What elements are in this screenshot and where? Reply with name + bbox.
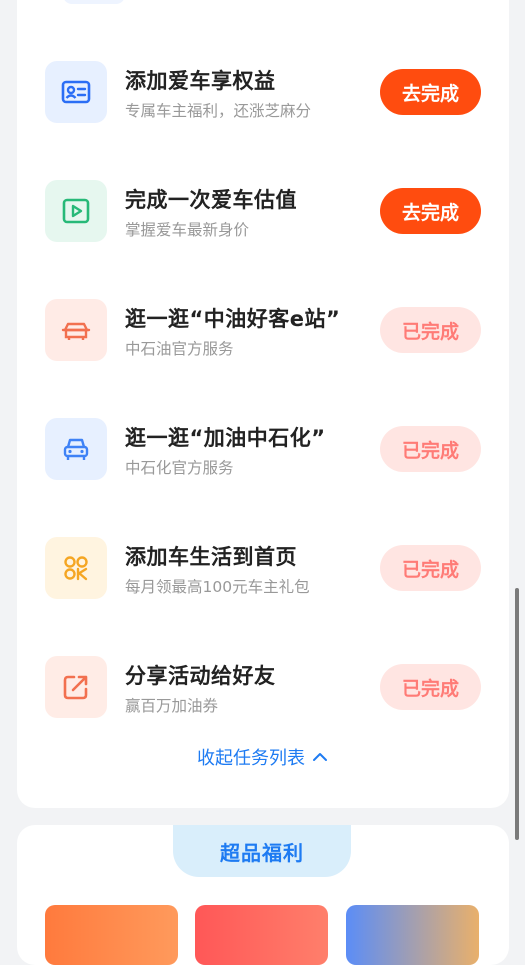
collapse-label: 收起任务列表 — [197, 748, 305, 769]
completed-button[interactable]: 已完成 — [380, 307, 481, 353]
promo-card-1[interactable] — [45, 905, 178, 965]
collapse-task-list-link[interactable]: 收起任务列表 — [17, 744, 509, 770]
task-item-add-car: 添加爱车享权益 专属车主福利，还涨芝麻分 去完成 — [45, 61, 481, 125]
task-title: 分享活动给好友 — [125, 664, 276, 688]
task-subtitle: 掌握爱车最新身价 — [125, 221, 250, 239]
task-subtitle: 中石油官方服务 — [125, 340, 234, 358]
id-card-icon — [61, 80, 91, 104]
task-icon-bg — [45, 418, 107, 480]
task-icon-bg — [45, 656, 107, 718]
task-icon-bg — [45, 180, 107, 242]
task-icon-bg — [45, 61, 107, 123]
task-item-petrochina: 逛一逛“中油好客e站” 中石油官方服务 已完成 — [45, 299, 481, 363]
completed-button[interactable]: 已完成 — [380, 664, 481, 710]
task-icon-bg — [45, 299, 107, 361]
promo-card-3[interactable] — [346, 905, 479, 965]
chevron-up-icon — [313, 753, 327, 761]
task-item-car-valuation: 完成一次爱车估值 掌握爱车最新身价 去完成 — [45, 180, 481, 244]
task-title: 添加爱车享权益 — [125, 69, 276, 93]
welfare-card: 超品福利 — [17, 825, 509, 965]
share-icon — [63, 675, 88, 700]
welfare-title: 超品福利 — [220, 840, 304, 865]
completed-button[interactable]: 已完成 — [380, 545, 481, 591]
task-list-card: 添加爱车享权益 专属车主福利，还涨芝麻分 去完成 完成一次爱车估值 掌握爱车最新… — [17, 0, 509, 808]
apps-icon — [64, 556, 88, 581]
task-subtitle: 专属车主福利，还涨芝麻分 — [125, 102, 312, 120]
scrollbar[interactable] — [515, 588, 519, 840]
task-subtitle: 每月领最高100元车主礼包 — [125, 578, 310, 596]
task-subtitle: 赢百万加油券 — [125, 697, 219, 715]
task-item-add-homepage: 添加车生活到首页 每月领最高100元车主礼包 已完成 — [45, 537, 481, 601]
promo-card-2[interactable] — [195, 905, 328, 965]
go-complete-button[interactable]: 去完成 — [380, 188, 481, 234]
task-item-share: 分享活动给好友 赢百万加油券 已完成 — [45, 656, 481, 720]
task-item-sinopec: 逛一逛“加油中石化” 中石化官方服务 已完成 — [45, 418, 481, 482]
previous-item-stub — [63, 0, 125, 4]
task-title: 逛一逛“加油中石化” — [125, 426, 326, 450]
car-front-icon — [61, 322, 91, 340]
task-title: 添加车生活到首页 — [125, 545, 297, 569]
welfare-tab[interactable]: 超品福利 — [173, 825, 351, 877]
task-title: 完成一次爱车估值 — [125, 188, 297, 212]
go-complete-button[interactable]: 去完成 — [380, 69, 481, 115]
play-icon — [62, 198, 90, 224]
task-icon-bg — [45, 537, 107, 599]
car-icon — [63, 438, 89, 460]
task-title: 逛一逛“中油好客e站” — [125, 307, 341, 331]
task-subtitle: 中石化官方服务 — [125, 459, 234, 477]
completed-button[interactable]: 已完成 — [380, 426, 481, 472]
